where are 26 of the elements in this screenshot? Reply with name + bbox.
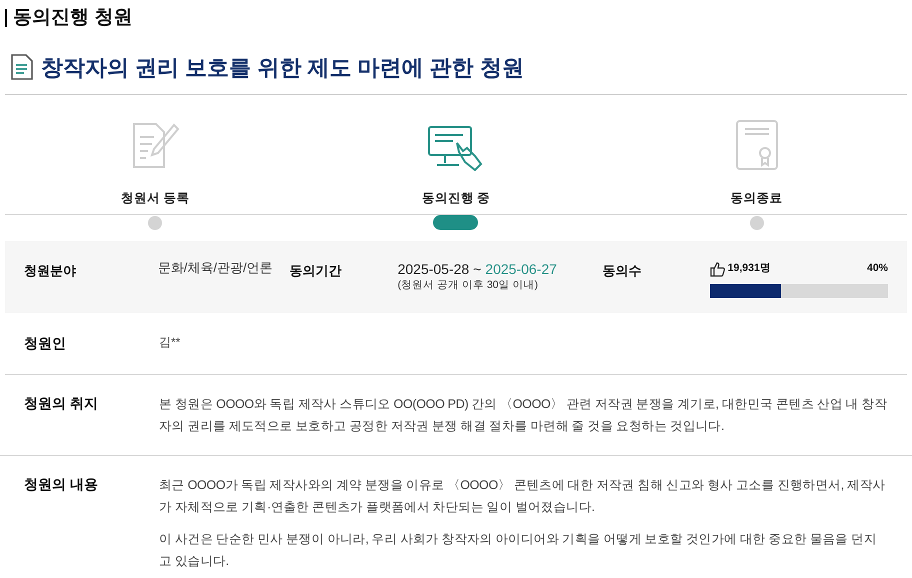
- row-label: 청원의 취지: [24, 394, 99, 412]
- field-label: 청원분야: [24, 262, 77, 280]
- document-icon: [11, 54, 33, 80]
- period-start: 2025-05-28 ~: [398, 260, 482, 276]
- period-note: (청원서 공개 이후 30일 이내): [398, 278, 539, 292]
- row-label: 청원의 내용: [24, 474, 99, 494]
- period-label: 동의기간: [290, 262, 343, 280]
- document-pencil-icon: [130, 120, 180, 170]
- body-paragraph: 본 청원은 OOOO와 독립 제작사 스튜디오 OO(OOO PD) 간의 〈OOOO〉 관련 저작권 분쟁을 계기로, 대한민국 콘텐츠 산업 내 창작자의 권리를 제도적으로 보호하고 공정한 저작권 분쟁 해결 절차를 마련해 줄 것을 요청하는 것입니다.: [159, 396, 888, 434]
- body-paragraph: 이 사건은 단순한 민사 분쟁이 아니라, 우리 사회가 창작자의 아이디어와 기획을 어떻게 보호할 것인가에 대한 중요한 물음을 던지고 있습니다.: [159, 530, 878, 570]
- petition-title: 창작자의 권리 보호를 위한 제도 마련에 관한 청원: [41, 54, 524, 82]
- agree-percent: 40%: [866, 260, 888, 276]
- section-title: 동의진행 청원: [13, 6, 132, 30]
- step-label: 동의종료: [730, 190, 783, 206]
- step-label: 동의진행 중: [422, 190, 490, 206]
- body-paragraph: 최근 OOOO가 독립 제작사와의 계약 분쟁을 이유로 〈OOOO〉 콘텐츠에 대한 저작권 침해 신고와 형사 고소를 진행하면서, 제작사가 자체적으로 기획·연출한 콘텐츠가 플랫폼에서 차단되는 일이 벌어졌습니다.: [159, 476, 886, 516]
- petitioner-name: 김**: [159, 334, 180, 350]
- certificate-icon: [734, 118, 779, 170]
- count-label: 동의수: [602, 262, 643, 280]
- field-value: 문화/체육/관광/언론: [158, 260, 274, 276]
- step-label: 청원서 등록: [121, 190, 190, 206]
- monitor-hand-icon: [426, 124, 485, 170]
- agree-count: 19,931명: [728, 260, 771, 276]
- thumbs-up-icon: [710, 260, 725, 276]
- period-end: 2025-06-27: [485, 260, 557, 276]
- row-label: 청원인: [24, 334, 67, 352]
